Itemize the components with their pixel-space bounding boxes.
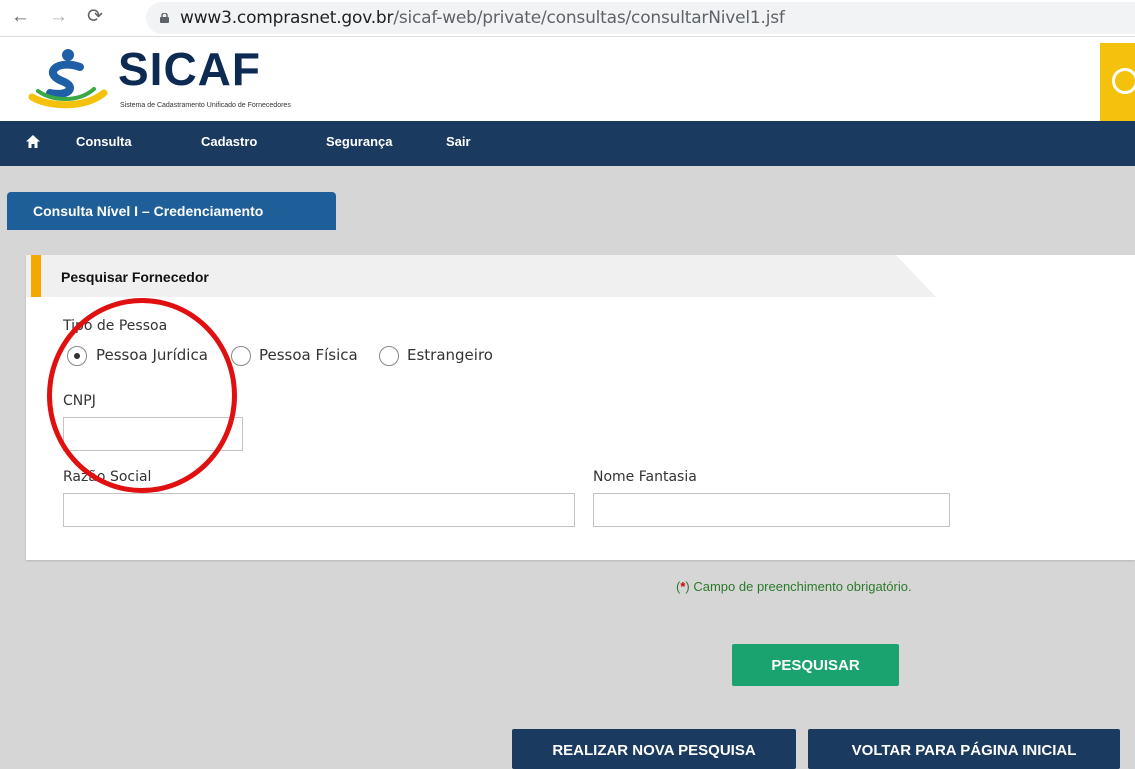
reload-icon[interactable]: ⟳ [87,7,103,27]
menu-item-seguranca[interactable]: Segurança [326,134,392,149]
site-header: SICAF Sistema de Cadastramento Unificado… [0,37,1135,121]
logo-subtitle: Sistema de Cadastramento Unificado de Fo… [120,102,291,109]
radio-pessoa-fisica[interactable] [231,346,251,366]
lock-icon [160,13,169,23]
cnpj-input[interactable] [63,417,243,451]
url-text: www3.comprasnet.gov.br/sicaf-web/private… [180,8,785,28]
cnpj-label: CNPJ [63,393,96,409]
new-search-button[interactable]: REALIZAR NOVA PESQUISA [512,729,796,769]
tipo-pessoa-label: Tipo de Pessoa [63,318,168,334]
radio-label-pessoa-fisica[interactable]: Pessoa Física [259,346,358,364]
radio-pessoa-juridica[interactable] [67,346,87,366]
main-menu: Consulta Cadastro Segurança Sair [0,121,1135,166]
menu-item-sair[interactable]: Sair [446,134,471,149]
home-icon[interactable] [26,135,40,148]
menu-item-consulta[interactable]: Consulta [76,134,132,149]
forward-arrow-icon[interactable]: → [49,7,68,27]
required-field-note: (*) Campo de preenchimento obrigatório. [676,579,912,594]
nome-fantasia-input[interactable] [593,493,950,527]
razao-social-input[interactable] [63,493,575,527]
panel-header-accent [31,255,41,297]
back-home-button[interactable]: VOLTAR PARA PÁGINA INICIAL [808,729,1120,769]
search-panel: Pesquisar Fornecedor Tipo de Pessoa Pess… [26,255,1135,560]
user-badge[interactable] [1100,43,1135,121]
sicaf-logo-icon[interactable] [28,45,108,113]
menu-item-cadastro[interactable]: Cadastro [201,134,257,149]
back-arrow-icon[interactable]: ← [11,7,30,27]
radio-estrangeiro[interactable] [379,346,399,366]
tab-consulta-nivel-1[interactable]: Consulta Nível I – Credenciamento [7,192,336,230]
panel-header: Pesquisar Fornecedor [26,255,1135,297]
radio-label-estrangeiro[interactable]: Estrangeiro [407,346,493,364]
logo-title: SICAF [118,43,261,95]
panel-title: Pesquisar Fornecedor [61,269,209,285]
panel-header-decoration [896,255,1135,297]
browser-toolbar: ← → ⟳ www3.comprasnet.gov.br/sicaf-web/p… [0,0,1135,37]
search-button[interactable]: PESQUISAR [732,644,899,686]
nome-fantasia-label: Nome Fantasia [593,469,697,485]
radio-label-pessoa-juridica[interactable]: Pessoa Jurídica [96,346,208,364]
razao-social-label: Razão Social [63,469,152,485]
user-icon [1112,68,1135,94]
address-bar[interactable]: www3.comprasnet.gov.br/sicaf-web/private… [146,2,1135,34]
